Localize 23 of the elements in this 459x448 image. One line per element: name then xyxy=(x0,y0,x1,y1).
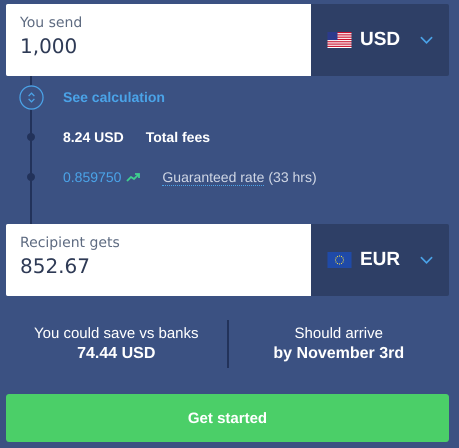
rate-value: 0.859750 xyxy=(63,169,122,185)
amount-input[interactable]: 1,000 xyxy=(20,34,297,58)
flag-icon xyxy=(327,252,352,268)
field-label: Recipient gets xyxy=(20,235,121,251)
currency-select[interactable]: USD xyxy=(311,4,449,76)
expand-toggle-icon[interactable] xyxy=(19,84,44,110)
currency-select[interactable]: EUR xyxy=(311,224,449,296)
amount-field[interactable]: You send 1,000 xyxy=(6,4,311,76)
stat-label: Should arrive xyxy=(294,325,383,342)
fee-label: Total fees xyxy=(146,129,210,145)
trend-up-icon xyxy=(126,172,140,182)
stat-value: 74.44 USD xyxy=(77,345,156,363)
amount-field[interactable]: Recipient gets 852.67 xyxy=(6,224,311,296)
caret-icon xyxy=(420,256,433,264)
stat-value: by November 3rd xyxy=(273,345,404,363)
rate-duration: (33 hrs) xyxy=(268,169,317,185)
flag-icon xyxy=(327,32,352,48)
fee-amount: 8.24 USD xyxy=(63,129,124,145)
guaranteed-rate-link[interactable]: Guaranteed rate xyxy=(162,168,264,186)
stat-label: You could save vs banks xyxy=(34,325,199,342)
amount-input[interactable]: 852.67 xyxy=(20,254,297,278)
caret-icon xyxy=(420,36,433,44)
field-label: You send xyxy=(20,15,84,31)
